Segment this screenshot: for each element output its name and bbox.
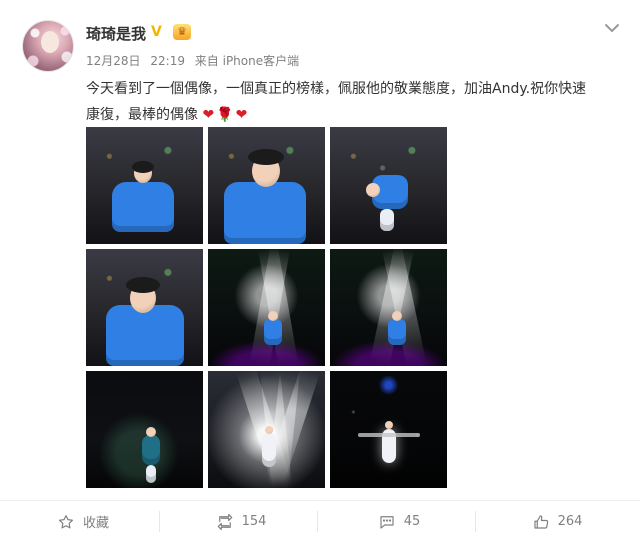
performer-figure <box>388 319 406 345</box>
photo-thumbnail-9[interactable] <box>330 371 447 488</box>
photo-thumbnail-7[interactable] <box>86 371 203 488</box>
performer-figure <box>106 305 184 366</box>
photo-thumbnail-1[interactable] <box>86 127 203 244</box>
chevron-down-icon[interactable] <box>600 16 624 36</box>
favorite-button[interactable]: 收藏 <box>6 501 160 542</box>
post-text-line-2: 康復，最棒的偶像 ❤🌹❤ <box>86 102 620 128</box>
avatar-decoration <box>23 21 73 71</box>
post-text-line-2-text: 康復，最棒的偶像 <box>86 107 198 123</box>
photo-thumbnail-8[interactable] <box>208 371 325 488</box>
avatar[interactable] <box>22 20 74 72</box>
performer-figure <box>112 182 174 232</box>
post-text: 今天看到了一個偶像，一個真正的榜樣，佩服他的敬業態度，加油Andy.祝你快速 康… <box>86 76 620 128</box>
comment-icon <box>378 513 396 531</box>
performer-head <box>366 183 380 197</box>
username[interactable]: 琦琦是我 <box>86 23 146 44</box>
photo-thumbnail-2[interactable] <box>208 127 325 244</box>
weibo-post: 琦琦是我 V ♛ 12月28日 22:19 来自 iPhone客户端 今天看到了… <box>0 0 640 542</box>
performer-legs <box>380 209 394 231</box>
stage-floor-glow <box>330 340 447 366</box>
repost-icon <box>216 513 234 531</box>
photo-thumbnail-5[interactable] <box>208 249 325 366</box>
performer-figure <box>264 319 282 345</box>
performer-hair <box>126 277 160 293</box>
post-date: 12月28日 <box>86 54 141 68</box>
performer-hair <box>132 161 154 173</box>
star-icon <box>57 513 75 531</box>
performer-figure <box>142 435 160 465</box>
performer-head <box>392 311 402 321</box>
photo-thumbnail-4[interactable] <box>86 249 203 366</box>
favorite-label: 收藏 <box>82 516 109 531</box>
post-source: 来自 iPhone客户端 <box>194 54 300 68</box>
post-text-line-1: 今天看到了一個偶像，一個真正的榜樣，佩服他的敬業態度，加油Andy.祝你快速 <box>86 81 587 97</box>
performer-head <box>265 426 273 434</box>
thumbs-up-icon <box>532 513 550 531</box>
photo-grid <box>86 127 448 489</box>
post-time: 22:19 <box>150 54 185 68</box>
repost-count: 154 <box>241 514 267 529</box>
action-bar: 收藏 154 45 264 <box>0 501 640 542</box>
comment-button[interactable]: 45 <box>322 501 476 542</box>
verified-badge[interactable]: V <box>151 24 162 40</box>
comment-count: 45 <box>403 514 421 529</box>
repost-button[interactable]: 154 <box>164 501 318 542</box>
like-button[interactable]: 264 <box>480 501 634 542</box>
like-count: 264 <box>557 514 583 529</box>
membership-badge[interactable]: ♛ <box>173 24 191 40</box>
performer-figure <box>262 433 276 467</box>
performer-head <box>268 311 278 321</box>
performer-legs <box>146 465 156 483</box>
chevron-down-icon-svg <box>605 24 619 32</box>
performer-figure <box>224 182 306 244</box>
performer-hair <box>248 149 284 165</box>
photo-background <box>86 371 203 488</box>
post-meta: 12月28日 22:19 来自 iPhone客户端 <box>86 52 305 69</box>
performer-arms <box>358 433 420 437</box>
performer-head <box>385 421 393 429</box>
performer-head <box>146 427 156 437</box>
photo-thumbnail-3[interactable] <box>330 127 447 244</box>
emoji-sequence: ❤🌹❤ <box>202 107 250 123</box>
photo-thumbnail-6[interactable] <box>330 249 447 366</box>
